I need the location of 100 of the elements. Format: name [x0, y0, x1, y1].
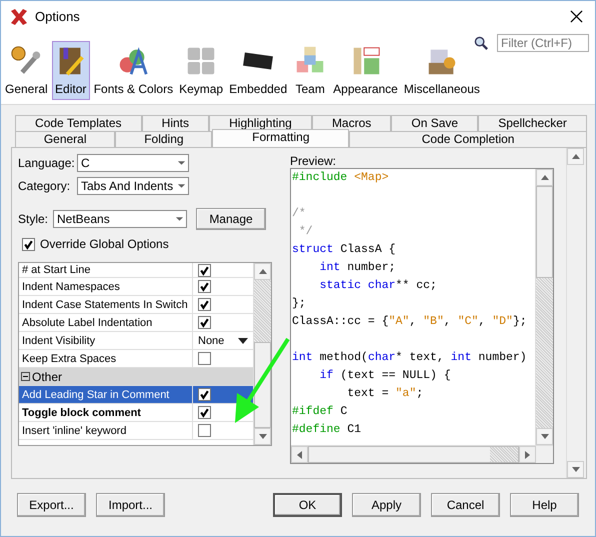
category-button[interactable]: Miscellaneous [402, 41, 482, 100]
category-button[interactable]: Keymap [177, 41, 226, 100]
language-label: Language: [18, 156, 74, 170]
property-row[interactable]: Insert 'inline' keyword [19, 422, 253, 440]
caret-icon [238, 338, 248, 344]
category-button[interactable]: General [3, 41, 50, 100]
tab[interactable]: Hints [142, 115, 210, 131]
property-checkbox[interactable] [198, 298, 211, 311]
down-arrow-icon [572, 467, 580, 472]
dialog-button[interactable]: Help [510, 493, 579, 517]
close-icon[interactable] [570, 10, 583, 23]
property-name: Indent Case Statements In Switch [19, 296, 193, 313]
property-row[interactable]: Indent Namespaces [19, 278, 253, 296]
up-arrow-icon [258, 269, 266, 274]
category-button[interactable]: Editor [52, 41, 90, 100]
scrollbar[interactable] [535, 169, 553, 445]
checkmark-icon [199, 389, 210, 400]
checkmark-icon [199, 407, 210, 418]
property-dropdown[interactable]: None [198, 334, 248, 346]
caret-icon [175, 216, 184, 222]
checkmark-icon [199, 317, 210, 328]
code-line: int number; [318, 260, 397, 276]
code-line: #include <Map> [292, 170, 390, 186]
category-label: Category: [18, 179, 72, 193]
property-checkbox[interactable] [198, 352, 211, 365]
code-line: */ [298, 224, 314, 240]
code-line: #define C1 [292, 422, 362, 438]
code-line: #ifdef C [292, 404, 348, 420]
property-checkbox[interactable] [198, 316, 211, 329]
down-arrow-icon [540, 434, 548, 439]
property-row[interactable]: Indent Case Statements In Switch [19, 296, 253, 314]
filter-field[interactable]: Filter (Ctrl+F) [497, 34, 589, 52]
checkmark-icon [199, 264, 210, 276]
property-row[interactable]: Indent Visibility None [19, 332, 253, 350]
category-button[interactable]: Fonts & Colors [92, 41, 176, 100]
property-name: Indent Namespaces [19, 278, 193, 295]
property-row[interactable]: # at Start Line [19, 263, 253, 278]
property-checkbox[interactable] [198, 264, 211, 276]
dialog-button[interactable]: Apply [352, 493, 421, 517]
right-arrow-icon [525, 450, 530, 458]
group-name: Other [32, 370, 62, 384]
tab[interactable]: Code Completion [349, 131, 587, 147]
app-icon [9, 6, 29, 26]
caret-icon [177, 160, 186, 166]
property-checkbox[interactable] [198, 406, 211, 419]
scrollbar[interactable] [566, 148, 584, 478]
property-checkbox[interactable] [198, 424, 211, 437]
category-button[interactable]: Embedded [227, 41, 290, 100]
language-dropdown[interactable]: C [77, 154, 189, 172]
property-name: Absolute Label Indentation [19, 314, 193, 331]
down-arrow-icon [258, 434, 266, 439]
code-line: }; [292, 296, 307, 312]
code-line: int method(char* text, int number) [292, 350, 528, 366]
checkmark-icon [199, 281, 210, 292]
code-line: if (text == NULL) { [318, 368, 452, 384]
category-dropdown[interactable]: Tabs And Indents [77, 177, 189, 195]
property-name: Insert 'inline' keyword [19, 422, 193, 439]
tab[interactable]: Folding [115, 131, 212, 147]
dialog-button[interactable]: Import... [96, 493, 165, 517]
dialog-button[interactable]: OK [273, 493, 342, 517]
code-line: /* [292, 206, 307, 222]
property-row[interactable]: Add Leading Star in Comment [19, 386, 253, 404]
property-row[interactable]: Absolute Label Indentation [19, 314, 253, 332]
code-line: static char** cc; [318, 278, 438, 294]
style-label: Style: [18, 212, 50, 226]
tab[interactable]: General [15, 131, 116, 147]
property-checkbox[interactable] [198, 388, 211, 401]
scrollbar[interactable] [291, 445, 553, 463]
property-name: Indent Visibility [19, 332, 193, 349]
dialog-button[interactable]: Export... [17, 493, 86, 517]
dialog-button[interactable]: Cancel [431, 493, 500, 517]
category-button[interactable]: Appearance [331, 41, 400, 100]
left-arrow-icon [297, 450, 302, 458]
checkmark-icon [199, 299, 210, 310]
collapse-icon[interactable] [21, 372, 30, 381]
tab[interactable]: On Save [391, 115, 478, 131]
tab[interactable]: Spellchecker [478, 115, 587, 131]
caret-icon [177, 183, 186, 189]
property-checkbox[interactable] [198, 280, 211, 293]
code-line: ClassA::cc = {"A", "B", "C", "D"}; [292, 314, 528, 330]
checkbox-label: Override Global Options [40, 237, 169, 251]
code-line: text = "a"; [346, 386, 424, 402]
manage-button[interactable]: Manage [196, 208, 266, 230]
property-name: Add Leading Star in Comment [19, 386, 193, 403]
scrollbar[interactable] [253, 263, 271, 445]
property-name: Keep Extra Spaces [19, 350, 193, 367]
category-button[interactable]: Team [291, 41, 330, 100]
search-icon [474, 36, 489, 50]
tab[interactable]: Formatting [212, 129, 350, 147]
style-dropdown[interactable]: NetBeans [53, 210, 187, 228]
tab[interactable]: Macros [312, 115, 392, 131]
tab[interactable]: Code Templates [15, 115, 142, 131]
window-title: Options [35, 9, 81, 24]
code-line: struct ClassA { [292, 242, 397, 258]
checkmark-icon [23, 238, 34, 250]
up-arrow-icon [572, 154, 580, 159]
up-arrow-icon [540, 175, 548, 180]
preview-label: Preview: [290, 154, 338, 168]
checkbox[interactable] [22, 238, 35, 250]
group-row[interactable]: Other [19, 368, 253, 386]
